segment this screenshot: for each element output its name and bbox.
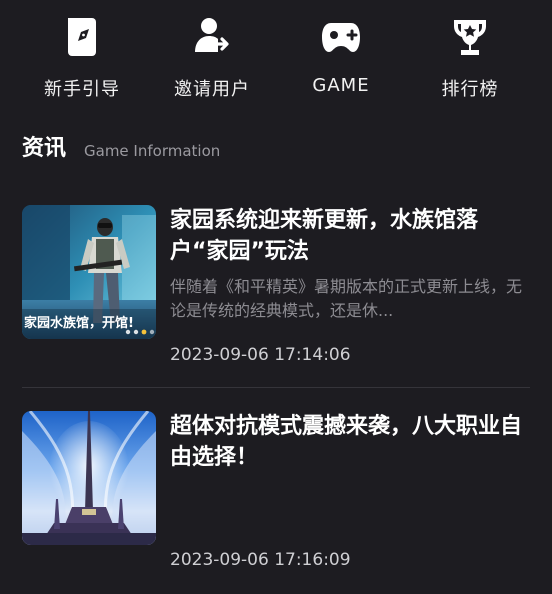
- section-title: 资讯: [22, 136, 67, 161]
- news-thumbnail[interactable]: [22, 411, 156, 545]
- guide-book-icon: [68, 18, 96, 56]
- nav-item-game[interactable]: GAME: [286, 0, 396, 110]
- nav-label: 排行榜: [441, 79, 499, 100]
- nav-label: GAME: [312, 75, 370, 96]
- invite-user-icon: [195, 18, 229, 52]
- nav-item-invite[interactable]: 邀请用户: [157, 0, 267, 110]
- news-date: 2023-09-06 17:16:09: [170, 550, 351, 570]
- thumbnail-caption: 家园水族馆，开馆!: [24, 315, 134, 331]
- news-title[interactable]: 超体对抗模式震撼来袭，八大职业自由选择！: [170, 411, 522, 473]
- nav-item-leaderboard[interactable]: 排行榜: [415, 0, 525, 110]
- thumbnail-image: 家园水族馆，开馆!: [22, 205, 156, 339]
- nav-label: 邀请用户: [174, 79, 250, 100]
- news-card[interactable]: 家园水族馆，开馆! 家园系统迎来新更新，水族馆落户“家园”玩法 伴随着《和平精英…: [22, 205, 530, 365]
- top-nav: 新手引导 邀请用户 GAME 排行榜: [0, 0, 552, 110]
- news-thumbnail[interactable]: 家园水族馆，开馆!: [22, 205, 156, 339]
- thumbnail-image: [22, 411, 156, 545]
- news-date: 2023-09-06 17:14:06: [170, 345, 351, 365]
- news-title[interactable]: 家园系统迎来新更新，水族馆落户“家园”玩法: [170, 205, 522, 267]
- trophy-icon: [454, 20, 486, 55]
- section-subtitle: Game Information: [84, 142, 221, 160]
- divider: [22, 387, 530, 388]
- gamepad-icon: [322, 23, 360, 52]
- nav-label: 新手引导: [44, 79, 120, 100]
- nav-item-guide[interactable]: 新手引导: [27, 0, 137, 110]
- news-card[interactable]: 超体对抗模式震撼来袭，八大职业自由选择！ 2023-09-06 17:16:09: [22, 411, 530, 576]
- news-excerpt: 伴随着《和平精英》暑期版本的正式更新上线，无论是传统的经典模式，还是休...: [170, 277, 522, 320]
